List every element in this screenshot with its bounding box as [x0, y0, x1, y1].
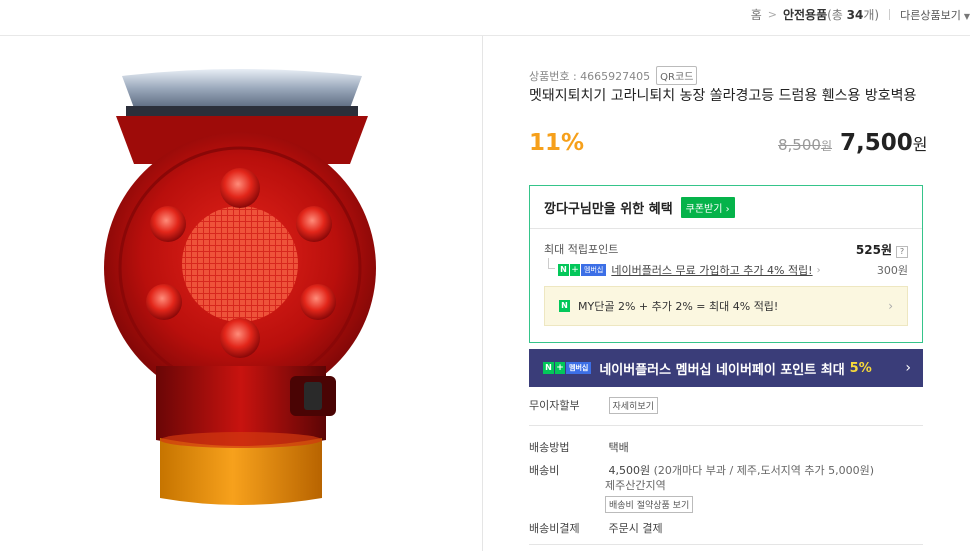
- shipping-payment-value: 주문시 결제: [608, 522, 663, 535]
- other-products-label: 다른상품보기: [900, 8, 961, 22]
- chevron-right-icon: ›: [816, 264, 821, 276]
- section-divider: [529, 544, 923, 545]
- category-name: 안전용품: [782, 8, 828, 22]
- breadcrumb-separator: >: [767, 8, 777, 21]
- shipping-method-value: 택배: [608, 441, 629, 454]
- breadcrumb-category-link[interactable]: 안전용품(총 34개): [783, 6, 879, 23]
- sale-price-value: 7,500: [840, 130, 913, 156]
- product-info-panel: 상품번호 : 4665927405 QR코드 멧돼지퇴치기 고라니퇴치 농장 쏠…: [483, 36, 970, 551]
- naver-plus-row[interactable]: N + 멤버십 네이버플러스 무료 가입하고 추가 4% 적립! › 300원: [548, 258, 908, 278]
- my-grade-box[interactable]: N MY단골 2% + 추가 2% = 최대 4% 적립! ›: [544, 286, 908, 326]
- breadcrumb-home-link[interactable]: 홈: [751, 6, 762, 23]
- lamp-base-shape: [160, 438, 322, 505]
- shipping-fee-button-row: 배송비 절약상품 보기: [605, 496, 694, 513]
- product-image-panel: [0, 36, 482, 551]
- installment-row: 무이자할부 자세히보기: [529, 397, 658, 414]
- coupon-button-label: 쿠폰받기: [685, 203, 723, 215]
- benefit-header: 깡다구님만을 위한 혜택 쿠폰받기 ›: [530, 186, 922, 229]
- chevron-right-icon: ›: [725, 203, 730, 215]
- help-icon[interactable]: ?: [896, 246, 908, 258]
- shipping-fee-detail: (20개마다 부과 / 제주,도서지역 추가 5,000원): [653, 464, 875, 477]
- shipping-region: 제주산간지역: [605, 479, 666, 492]
- qr-code-button[interactable]: QR코드: [656, 66, 698, 85]
- count-number: 34: [846, 8, 864, 22]
- count-suffix: 개): [863, 8, 880, 22]
- section-divider: [529, 425, 923, 426]
- benefit-heading: 깡다구님만을 위한 혜택: [544, 201, 673, 217]
- sale-price: 7,500원: [840, 130, 928, 156]
- shipping-saving-button[interactable]: 배송비 절약상품 보기: [605, 496, 694, 513]
- naver-n-icon: N: [543, 362, 554, 374]
- installment-label: 무이자할부: [529, 399, 580, 412]
- shipping-payment-label: 배송비결제: [529, 522, 580, 535]
- max-points-row: 최대 적립포인트 525원?: [544, 241, 908, 258]
- shipping-fee-label: 배송비: [529, 464, 560, 477]
- naver-plus-membership-badge: N + 멤버십: [558, 264, 607, 276]
- breadcrumb: 홈 > 안전용품(총 34개) 다른상품보기 ▼: [751, 6, 970, 23]
- max-points-label: 최대 적립포인트: [544, 243, 619, 256]
- top-bar: 홈 > 안전용품(총 34개) 다른상품보기 ▼: [0, 0, 970, 36]
- my-grade-text: MY단골 2% + 추가 2% = 최대 4% 적립!: [578, 300, 779, 313]
- discount-rate: 11%: [529, 130, 585, 156]
- shipping-region-row: 제주산간지역: [605, 477, 666, 493]
- shipping-method-label: 배송방법: [529, 441, 570, 454]
- shipping-fee-row: 배송비 4,500원 (20개마다 부과 / 제주,도서지역 추가 5,000원…: [529, 462, 874, 478]
- solar-panel-shape: [122, 69, 362, 108]
- product-number: 상품번호 : 4665927405 QR코드: [529, 66, 698, 85]
- naver-plus-link[interactable]: 네이버플러스 무료 가입하고 추가 4% 적립!: [611, 262, 812, 278]
- benefit-box: 깡다구님만을 위한 혜택 쿠폰받기 › 최대 적립포인트 525원? N + 멤버십…: [529, 185, 923, 343]
- original-price: 8,500원: [778, 136, 832, 154]
- original-price-value: 8,500: [778, 136, 821, 154]
- shipping-payment-row: 배송비결제 주문시 결제: [529, 520, 663, 536]
- product-title: 멧돼지퇴치기 고라니퇴치 농장 쏠라경고등 드럼용 휀스용 방호벽용: [529, 88, 917, 104]
- category-count: (총 34개): [827, 8, 879, 22]
- product-image[interactable]: [0, 36, 482, 551]
- membership-label: 멤버십: [581, 264, 607, 276]
- sale-price-unit: 원: [912, 135, 928, 154]
- naver-n-icon: N: [559, 300, 570, 312]
- chevron-right-icon: ›: [905, 360, 911, 376]
- max-points-value-wrap: 525원?: [856, 241, 908, 258]
- plus-icon: +: [570, 264, 580, 276]
- other-products-dropdown[interactable]: 다른상품보기 ▼: [900, 7, 970, 23]
- installment-detail-button[interactable]: 자세히보기: [608, 397, 658, 414]
- naverpay-percent: 5%: [849, 360, 872, 376]
- shipping-fee-value: 4,500원: [608, 464, 651, 477]
- chevron-right-icon: ›: [888, 299, 893, 313]
- shipping-method-row: 배송방법 택배: [529, 439, 629, 455]
- coupon-button[interactable]: 쿠폰받기 ›: [680, 196, 735, 218]
- naverpay-banner-text: 네이버플러스 멤버십 네이버페이 포인트 최대: [599, 362, 845, 378]
- naver-n-icon: N: [558, 264, 569, 276]
- max-points-value: 525원: [855, 243, 892, 257]
- naverpay-banner[interactable]: N + 멤버십 네이버플러스 멤버십 네이버페이 포인트 최대 5% ›: [529, 349, 923, 387]
- naver-plus-membership-badge: N + 멤버십: [543, 362, 592, 374]
- original-price-unit: 원: [820, 139, 832, 153]
- breadcrumb-divider: [889, 9, 891, 20]
- membership-label: 멤버십: [566, 362, 592, 374]
- count-prefix: (총: [827, 8, 847, 22]
- naver-plus-value: 300원: [876, 264, 908, 277]
- chevron-down-icon: ▼: [963, 11, 970, 21]
- product-number-label: 상품번호 : 4665927405: [529, 69, 651, 83]
- tree-connector: [548, 258, 555, 269]
- plus-icon: +: [555, 362, 565, 374]
